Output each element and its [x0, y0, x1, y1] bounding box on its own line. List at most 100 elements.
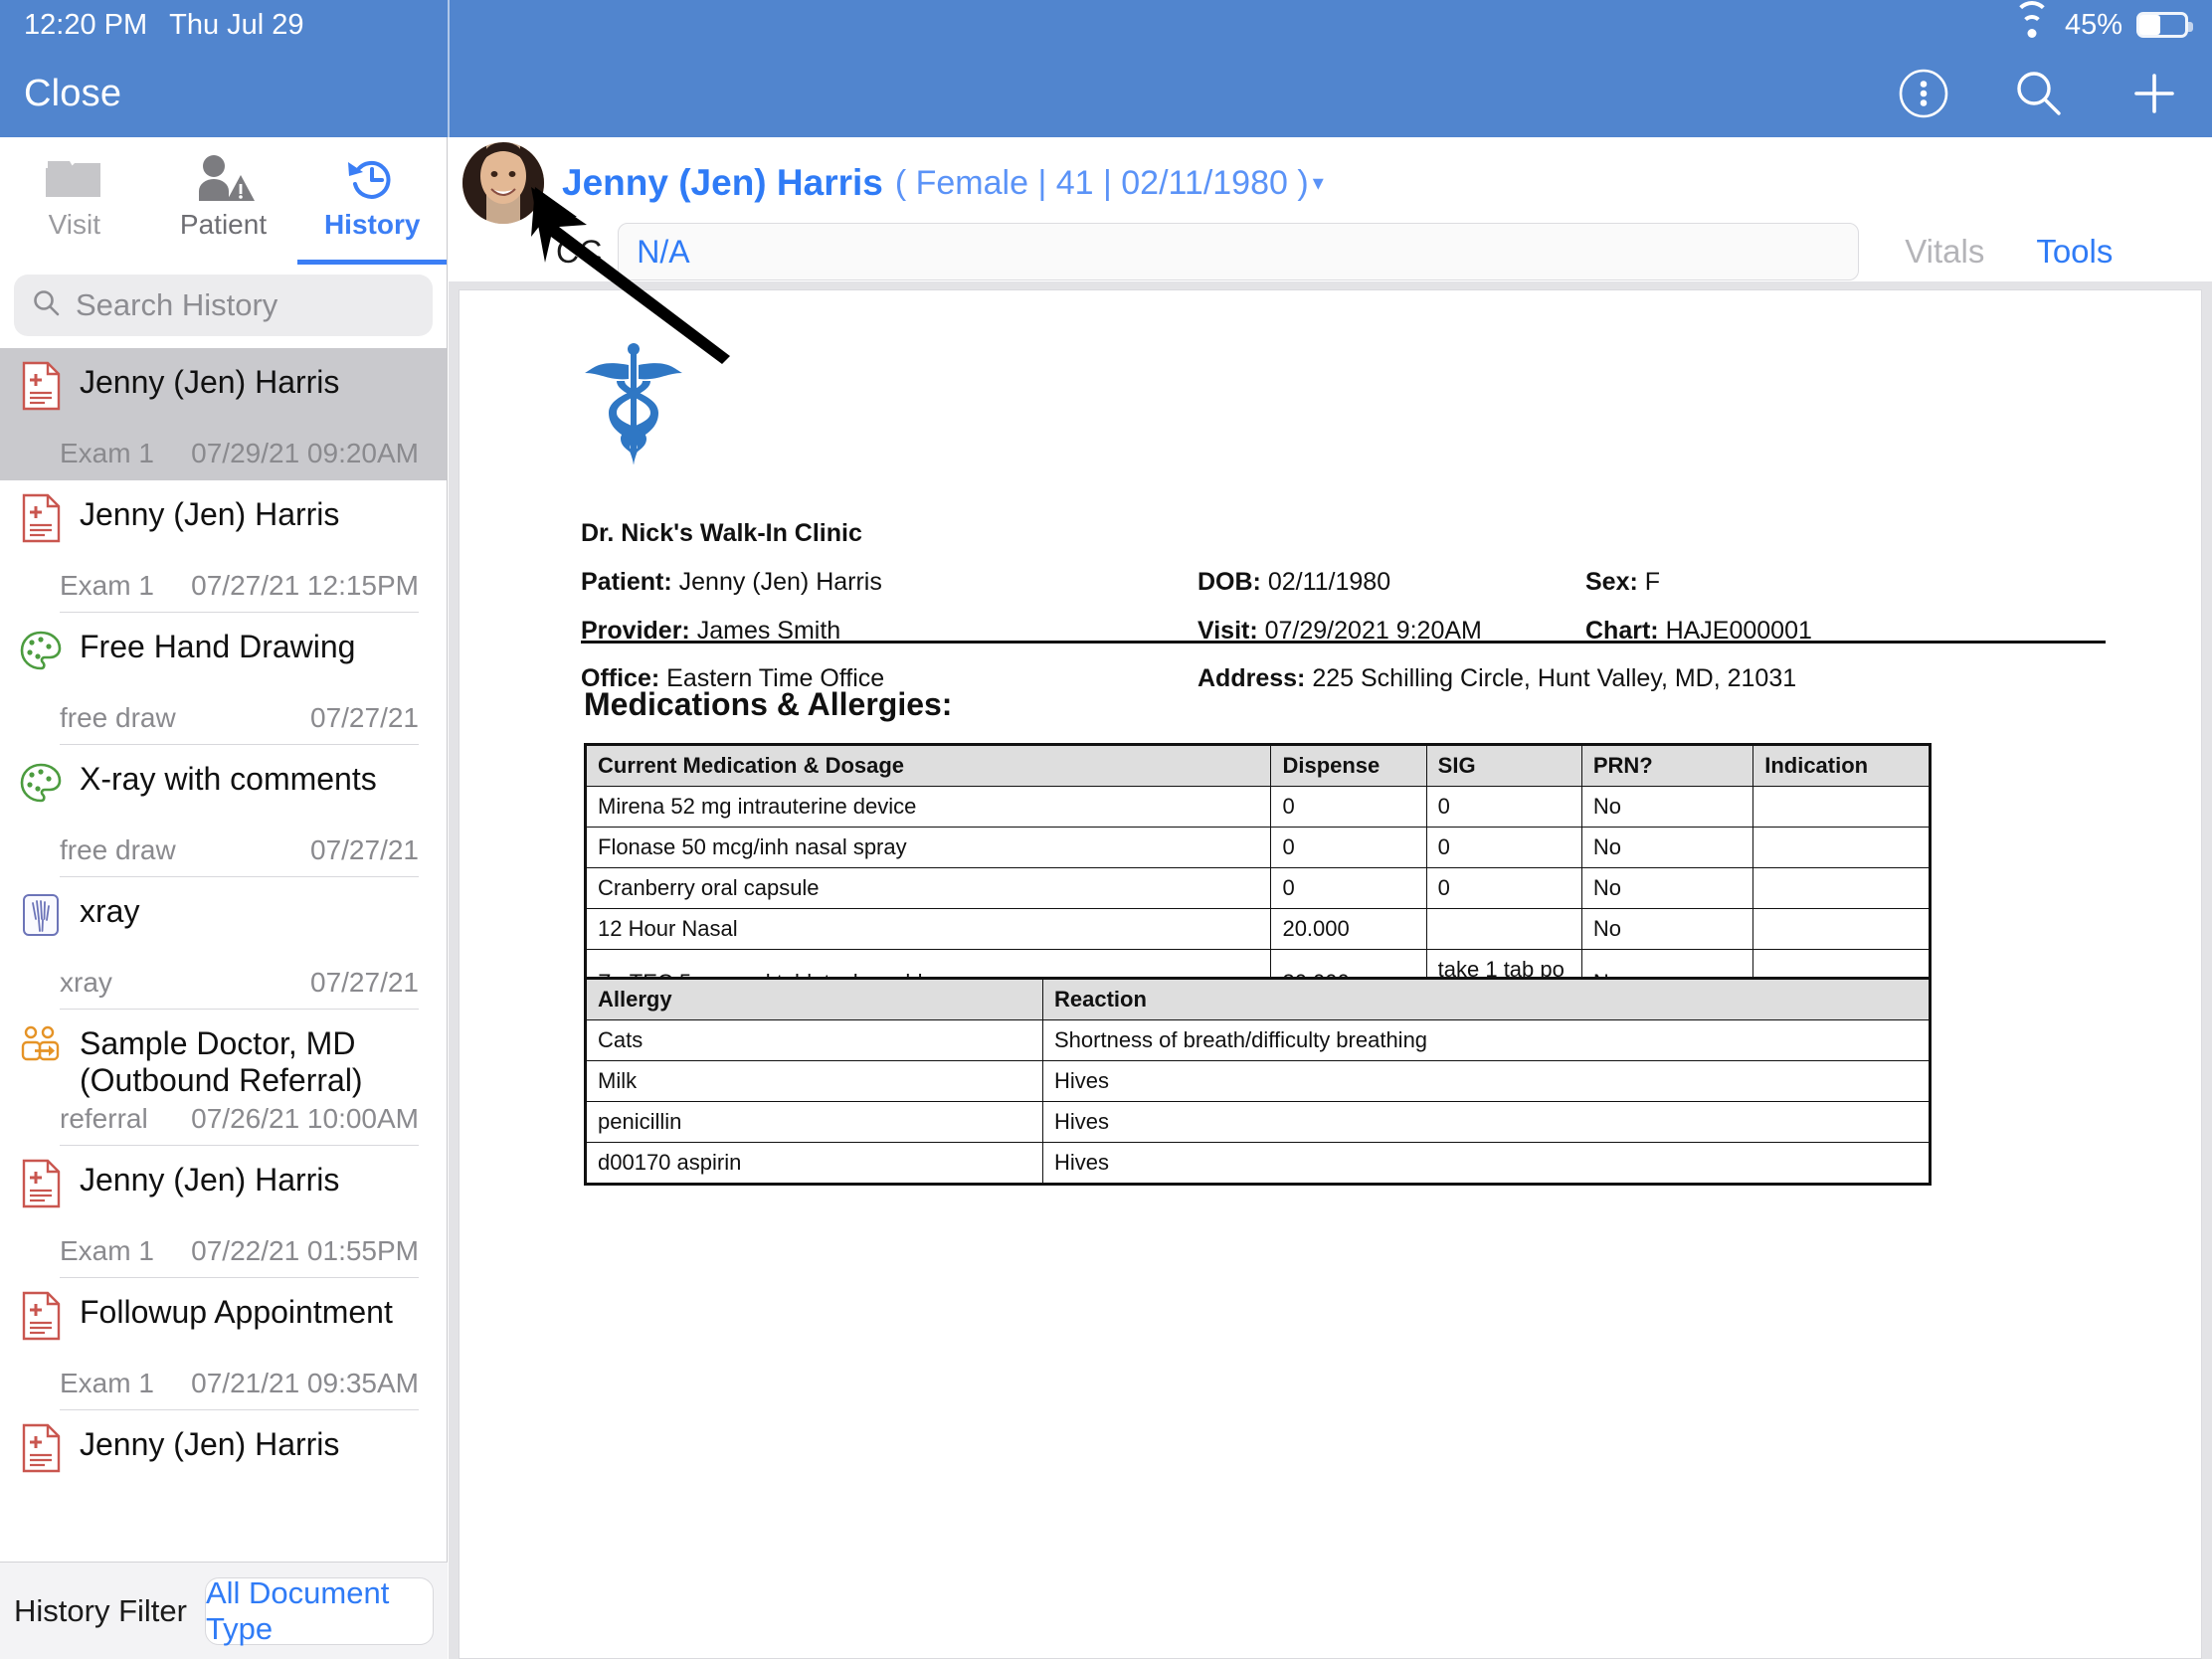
history-list[interactable]: Jenny (Jen) Harris Exam 1 07/29/21 09:20… [0, 348, 447, 1599]
status-bar-left: 12:20 PM Thu Jul 29 [0, 9, 304, 42]
col-reaction: Reaction [1042, 978, 1931, 1020]
wifi-icon [2013, 1, 2051, 39]
history-filter-label: History Filter [14, 1592, 187, 1628]
col-indication: Indication [1752, 744, 1931, 787]
list-item[interactable]: Free Hand Drawing free draw 07/27/21 [0, 613, 447, 745]
patient-meta: ( Female | 41 | 02/11/1980 ) [894, 163, 1309, 202]
list-item-title: Jenny (Jen) Harris [80, 364, 340, 400]
table-row: Cats Shortness of breath/difficulty brea… [585, 1019, 1931, 1061]
cell-allergy: d00170 aspirin [585, 1142, 1043, 1185]
cc-label: CC [556, 233, 603, 270]
search-icon[interactable] [2011, 66, 2067, 121]
palette-icon [18, 757, 64, 809]
sidebar-tab-history[interactable]: History [297, 137, 448, 265]
cell-reaction: Shortness of breath/difficulty breathing [1042, 1019, 1931, 1061]
cell-allergy: penicillin [585, 1101, 1043, 1143]
patient-header: Jenny (Jen) Harris ( Female | 41 | 02/11… [449, 137, 2212, 229]
list-item-subtitle: Exam 1 [60, 570, 154, 601]
page-title[interactable]: Jenny (Jen) Harris [562, 162, 883, 204]
caduceus-logo [579, 335, 688, 466]
list-item-title: Sample Doctor, MD (Outbound Referral) [80, 1025, 363, 1099]
list-item-subtitle: referral [60, 1103, 148, 1135]
table-row: d00170 aspirin Hives [585, 1142, 1931, 1185]
list-item-subtitle: Exam 1 [60, 1368, 154, 1399]
table-row: penicillin Hives [585, 1101, 1931, 1143]
list-item[interactable]: Jenny (Jen) Harris Exam 1 07/22/21 01:55… [0, 1146, 447, 1279]
sidebar-tab-visit-label: Visit [48, 209, 101, 240]
app-root: 12:20 PM Thu Jul 29 45% Close Visit Pati… [0, 0, 2212, 1659]
cell-indication [1752, 827, 1931, 868]
tab-tools[interactable]: Tools [2036, 233, 2113, 271]
sidebar-tab-patient[interactable]: Patient [149, 137, 298, 259]
cc-row: CC N/A Vitals Tools [449, 217, 2212, 286]
referral-icon [18, 1021, 64, 1073]
battery-percent-label: 45% [2064, 8, 2122, 41]
xray-thumbnail-icon [18, 889, 64, 941]
search-placeholder: Search History [76, 287, 278, 322]
list-item-subtitle: free draw [60, 702, 176, 733]
field-patient-label: Patient: [581, 567, 672, 596]
list-item[interactable]: X-ray with comments free draw 07/27/21 [0, 745, 447, 877]
list-item[interactable]: Jenny (Jen) Harris Exam 1 07/27/21 12:15… [0, 480, 447, 613]
cell-reaction: Hives [1042, 1060, 1931, 1102]
document-header-mid: DOB: 02/11/1980 Visit: 07/29/2021 9:20AM… [1198, 509, 1796, 703]
close-button[interactable]: Close [24, 50, 121, 137]
list-item[interactable]: Followup Appointment Exam 1 07/21/21 09:… [0, 1278, 447, 1411]
right-tabs: Vitals Tools [1905, 233, 2113, 271]
list-item-title: Free Hand Drawing [80, 629, 356, 664]
list-item[interactable]: Jenny (Jen) Harris [0, 1410, 447, 1475]
cell-reaction: Hives [1042, 1101, 1931, 1143]
list-item-date: 07/26/21 10:00AM [191, 1103, 419, 1135]
search-input[interactable]: Search History [14, 275, 433, 336]
list-item-title: Followup Appointment [80, 1294, 393, 1331]
field-sex: Sex: F [1585, 558, 1844, 607]
cc-input[interactable]: N/A [618, 223, 1860, 280]
table-row: Milk Hives [585, 1060, 1931, 1102]
cell-indication [1752, 908, 1931, 950]
history-sidebar: Visit Patient History Search History Jen… [0, 137, 448, 1659]
table-header-row: Allergy Reaction [585, 978, 1931, 1020]
chevron-down-icon[interactable]: ▾ [1313, 170, 1324, 196]
cell-reaction: Hives [1042, 1142, 1931, 1185]
avatar[interactable] [462, 142, 544, 224]
cell-prn: No [1580, 867, 1754, 909]
cell-indication [1752, 786, 1931, 828]
document-pane[interactable]: Dr. Nick's Walk-In Clinic Patient: Jenny… [449, 281, 2212, 1659]
cell-dispense: 0 [1270, 786, 1427, 828]
list-item[interactable]: xray xray 07/27/21 [0, 877, 447, 1010]
cell-dispense: 0 [1270, 867, 1427, 909]
medical-document-icon [18, 360, 64, 412]
cell-sig: 0 [1425, 867, 1582, 909]
more-options-icon[interactable] [1896, 66, 1951, 121]
document-header-left: Dr. Nick's Walk-In Clinic Patient: Jenny… [581, 509, 1198, 703]
clock-history-icon [343, 147, 401, 205]
field-sex-value: F [1644, 567, 1661, 596]
cell-prn: No [1580, 908, 1754, 950]
list-item-title: Jenny (Jen) Harris [80, 496, 340, 532]
sidebar-tab-visit[interactable]: Visit [0, 137, 149, 259]
status-bar: 12:20 PM Thu Jul 29 45% [0, 0, 2212, 50]
document-page: Dr. Nick's Walk-In Clinic Patient: Jenny… [459, 289, 2202, 1659]
add-icon[interactable] [2126, 66, 2182, 121]
all-document-type-button[interactable]: All Document Type [204, 1575, 434, 1646]
document-divider [581, 641, 2106, 644]
list-item-subtitle: Exam 1 [60, 438, 154, 468]
cell-dispense: 0 [1270, 827, 1427, 868]
field-sex-label: Sex: [1585, 567, 1638, 596]
cell-medication: Cranberry oral capsule [584, 867, 1272, 909]
list-item-date: 07/21/21 09:35AM [191, 1368, 419, 1399]
col-allergy: Allergy [585, 978, 1043, 1020]
field-address-label: Address: [1198, 664, 1306, 693]
list-item-title: Jenny (Jen) Harris [80, 1426, 340, 1463]
medical-document-icon [18, 1290, 64, 1342]
list-item[interactable]: Jenny (Jen) Harris Exam 1 07/29/21 09:20… [0, 348, 447, 480]
list-item[interactable]: Sample Doctor, MD (Outbound Referral) re… [0, 1010, 447, 1147]
list-item-title: Jenny (Jen) Harris [80, 1162, 340, 1198]
history-filter-bar: History Filter All Document Type [0, 1562, 448, 1659]
field-dob-label: DOB: [1198, 567, 1261, 596]
medical-document-icon [18, 1158, 64, 1209]
tab-vitals[interactable]: Vitals [1905, 233, 1984, 271]
list-item-title: X-ray with comments [80, 761, 377, 797]
allergies-table: Allergy Reaction Cats Shortness of breat… [584, 977, 1932, 1186]
field-patient: Patient: Jenny (Jen) Harris [581, 558, 1198, 607]
